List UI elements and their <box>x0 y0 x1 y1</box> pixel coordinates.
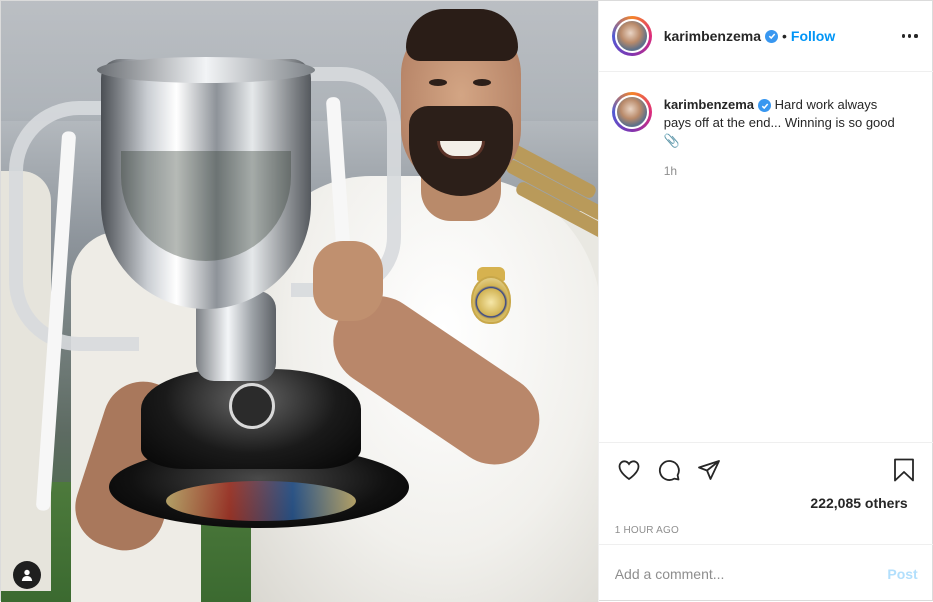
post-actions: 222,085 others 1 HOUR AGO <box>598 442 933 544</box>
caption-username[interactable]: karimbenzema <box>664 97 754 112</box>
verified-badge-icon <box>765 29 778 43</box>
trophy-rim <box>97 57 315 83</box>
comment-icon[interactable] <box>655 456 683 484</box>
post-comment-button[interactable]: Post <box>887 566 917 582</box>
caption-body: karimbenzema Hard work always pays off a… <box>664 96 904 180</box>
story-ring[interactable] <box>611 16 652 56</box>
verified-badge-icon <box>758 99 772 113</box>
trophy-plate <box>166 481 356 521</box>
player-eye <box>473 79 491 86</box>
header-separator: • <box>782 28 787 44</box>
post-sidebar: karimbenzema • Follow karimbenzema Hard … <box>597 1 933 602</box>
post-photo[interactable] <box>1 1 598 602</box>
trophy-emblem <box>229 383 275 429</box>
avatar[interactable] <box>614 95 649 129</box>
caption-row: karimbenzema Hard work always pays off a… <box>611 92 918 180</box>
caption-time[interactable]: 1h <box>664 162 904 180</box>
bookmark-icon[interactable] <box>890 456 918 484</box>
player-fist <box>313 241 383 321</box>
tagged-users-icon[interactable] <box>13 561 41 589</box>
player-hair <box>406 9 518 61</box>
comment-input[interactable] <box>614 565 888 582</box>
share-icon[interactable] <box>695 456 723 484</box>
follow-button[interactable]: Follow <box>791 28 835 44</box>
instagram-post: karimbenzema • Follow karimbenzema Hard … <box>0 0 933 602</box>
more-options-icon[interactable] <box>901 29 918 43</box>
player-eye <box>429 79 447 86</box>
heart-icon[interactable] <box>615 456 643 484</box>
action-icons <box>615 445 918 495</box>
username-link[interactable]: karimbenzema <box>664 28 761 44</box>
header-text: karimbenzema • Follow <box>664 28 836 44</box>
add-comment-bar: Post <box>598 544 933 602</box>
likes-count[interactable]: 222,085 others <box>615 495 918 511</box>
avatar[interactable] <box>614 19 649 53</box>
story-ring[interactable] <box>611 92 652 132</box>
post-header: karimbenzema • Follow <box>598 1 933 72</box>
comments-section: karimbenzema Hard work always pays off a… <box>599 72 933 442</box>
club-crest <box>471 276 511 324</box>
post-timestamp[interactable]: 1 HOUR AGO <box>615 525 918 536</box>
